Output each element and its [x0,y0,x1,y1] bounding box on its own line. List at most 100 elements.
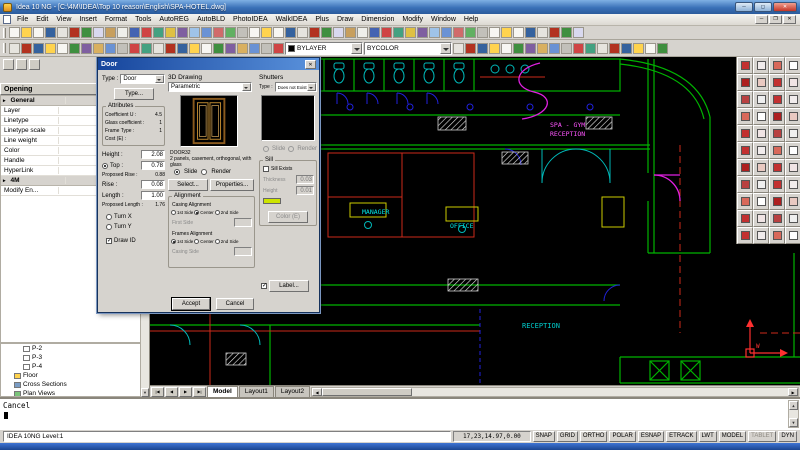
toolbar-icon[interactable] [513,27,524,38]
menu-item-autobld[interactable]: AutoBLD [193,16,229,23]
toolbar-icon[interactable] [261,27,272,38]
toolbar-icon[interactable] [525,27,536,38]
toolbar-icon[interactable] [769,176,785,193]
toolbar-icon[interactable] [201,27,212,38]
status-toggle-ortho[interactable]: ORTHO [580,431,608,442]
dialog-close-icon[interactable]: ✕ [305,60,316,69]
toolbar-icon[interactable] [249,27,260,38]
toolbar-icon[interactable] [769,91,785,108]
toolbar-icon[interactable] [57,27,68,38]
frames-center-radio[interactable] [194,239,199,244]
toolbar-icon[interactable] [429,27,440,38]
properties-button[interactable]: Properties... [210,179,254,191]
toolbar-icon[interactable] [753,108,769,125]
casing-center-radio[interactable] [194,210,199,215]
toolbar-icon[interactable] [785,210,800,227]
toolbar-icon[interactable] [753,159,769,176]
scroll-right-icon[interactable]: ▶ [788,388,798,396]
cancel-button[interactable]: Cancel [216,298,254,310]
toolbar-icon[interactable] [785,91,800,108]
toolbar-icon[interactable] [261,43,272,54]
toolbar-icon[interactable] [737,74,753,91]
toolbar-icon[interactable] [785,125,800,142]
toolbar-icon[interactable] [753,227,769,244]
toolbar-icon[interactable] [417,27,428,38]
panel-tool-button[interactable] [3,59,14,70]
toolbar-icon[interactable] [753,125,769,142]
toolbar-icon[interactable] [753,91,769,108]
toolbar-icon[interactable] [737,91,753,108]
toolbar-icon[interactable] [501,27,512,38]
toolbar-icon[interactable] [753,142,769,159]
casing-2nd-radio[interactable] [215,210,220,215]
toolbar-icon[interactable] [201,43,212,54]
status-toggle-etrack[interactable]: ETRACK [666,431,696,442]
menu-item-draw[interactable]: Draw [333,16,357,23]
dialog-title-bar[interactable]: Door ✕ [98,58,319,70]
toolbar-icon[interactable] [621,43,632,54]
toolbar-icon[interactable] [381,27,392,38]
toolbar-icon[interactable] [465,27,476,38]
scrollbar-thumb[interactable] [322,388,412,396]
menu-item-tools[interactable]: Tools [131,16,155,23]
toolbar-icon[interactable] [513,43,524,54]
rise-field[interactable]: 0.08 [141,180,165,189]
menu-item-dimension[interactable]: Dimension [357,16,398,23]
toolbar-icon[interactable] [549,27,560,38]
toolbar-icon[interactable] [769,210,785,227]
toolbar-icon[interactable] [737,142,753,159]
toolbar-icon[interactable] [737,125,753,142]
toolbar-icon[interactable] [153,27,164,38]
status-toggle-model[interactable]: MODEL [719,431,746,442]
toolbar-icon[interactable] [213,27,224,38]
mdi-restore-button[interactable]: ❐ [769,15,782,24]
chevron-down-icon[interactable] [440,43,451,54]
toolbar-icon[interactable] [737,193,753,210]
toolbar-icon[interactable] [561,43,572,54]
toolbar-icon[interactable] [645,43,656,54]
frames-1st-radio[interactable] [171,239,176,244]
mdi-close-button[interactable]: ✕ [783,15,796,24]
toolbar-icon[interactable] [393,27,404,38]
toolbar-icon[interactable] [237,27,248,38]
toolbar-icon[interactable] [785,193,800,210]
status-toggle-snap[interactable]: SNAP [533,431,555,442]
minimize-button[interactable]: ─ [735,2,753,12]
toolbar-icon[interactable] [737,210,753,227]
toolbar-icon[interactable] [45,43,56,54]
tree-item-p-4[interactable]: P-4 [1,362,141,371]
menu-item-plus[interactable]: Plus [311,16,333,23]
toolbar-icon[interactable] [753,176,769,193]
toolbar-icon[interactable] [357,27,368,38]
toolbar-icon[interactable] [753,210,769,227]
layout-nav-button[interactable]: ▶ [179,387,192,397]
label-button[interactable]: Label... [269,280,309,292]
menu-item-file[interactable]: File [13,16,32,23]
toolbar-icon[interactable] [321,27,332,38]
toolbar-icon[interactable] [453,27,464,38]
draw-id-checkbox[interactable] [106,238,112,244]
toolbar-icon[interactable] [477,27,488,38]
toolbar-icon[interactable] [81,27,92,38]
menu-item-edit[interactable]: Edit [32,16,52,23]
status-toggle-tablet[interactable]: TABLET [748,431,776,442]
toolbar-icon[interactable] [213,43,224,54]
title-bar[interactable]: Idea 10 NG - [C:\4M\IDEA\Top 10 reason\E… [0,0,800,14]
shutters-type-select[interactable]: Does not Exist [275,82,317,92]
toolbar-icon[interactable] [93,43,104,54]
toolbar-icon[interactable] [537,43,548,54]
toolbar-icon[interactable] [309,27,320,38]
accept-button[interactable]: Accept [172,298,210,310]
toolbar-icon[interactable] [573,43,584,54]
status-toggle-grid[interactable]: GRID [557,431,578,442]
toolbar-icon[interactable] [561,27,572,38]
toolbar-icon[interactable] [273,27,284,38]
toolbar-grip[interactable] [3,43,6,53]
layout-tab-model[interactable]: Model [207,386,238,397]
panel-tool-button[interactable] [16,59,27,70]
toolbar-icon[interactable] [9,27,20,38]
layout-tab-layout2[interactable]: Layout2 [275,386,310,397]
tree-item-p-3[interactable]: P-3 [1,353,141,362]
status-toggle-lwt[interactable]: LWT [699,431,717,442]
toolbar-icon[interactable] [609,43,620,54]
